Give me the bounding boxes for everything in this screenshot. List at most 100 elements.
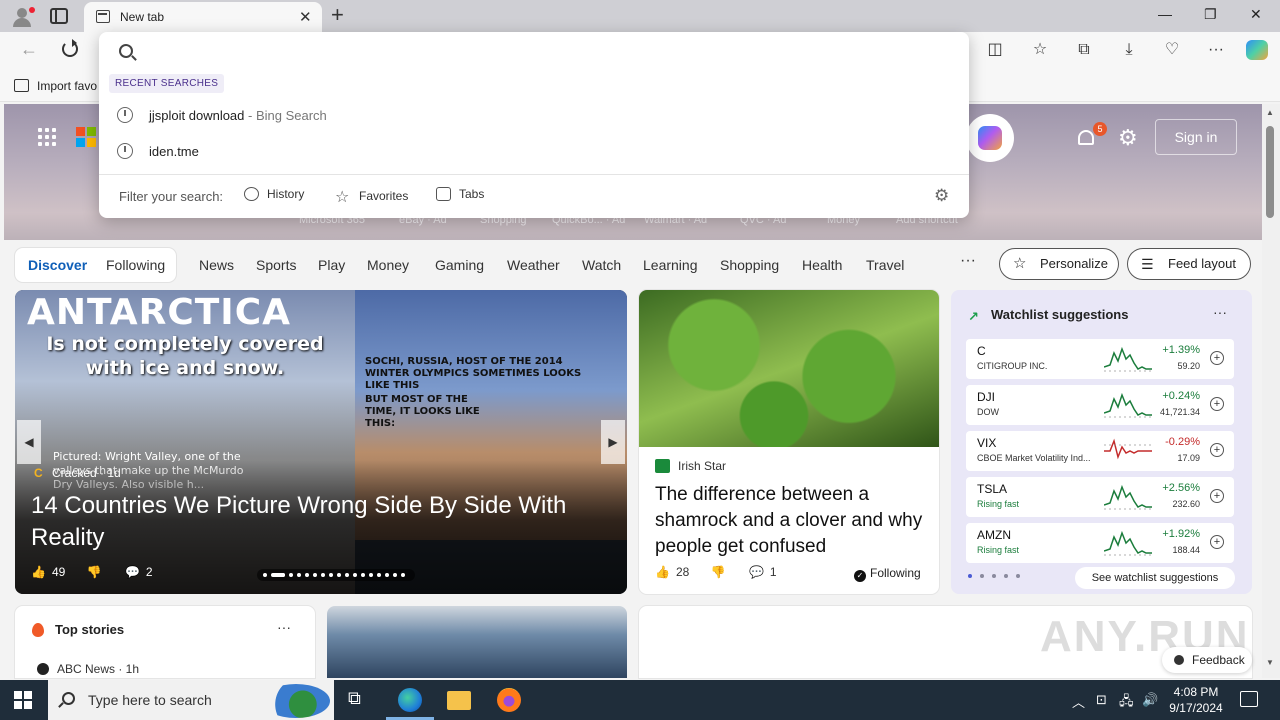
address-bar-dropdown[interactable]: RECENT SEARCHES jjsploit download - Bing… <box>99 32 969 218</box>
carousel-dot[interactable] <box>329 573 333 577</box>
stock-row[interactable]: TSLA Rising fast +2.56% 232.60 + <box>966 477 1234 517</box>
story-headline[interactable]: The difference between a shamrock and a … <box>655 482 925 560</box>
task-view-icon[interactable]: ⧉ <box>348 688 372 712</box>
sign-in-button[interactable]: Sign in <box>1155 119 1237 155</box>
close-tab-icon[interactable]: ✕ <box>299 8 312 26</box>
carousel-dot[interactable] <box>321 573 325 577</box>
nav-link[interactable]: Shopping <box>720 257 779 273</box>
featured-story-card[interactable]: ANTARCTICA Is not completely covered wit… <box>15 290 627 594</box>
tab-actions-icon[interactable] <box>50 8 68 24</box>
carousel-dot[interactable] <box>361 573 365 577</box>
copilot-button[interactable] <box>966 114 1014 162</box>
add-to-watchlist-button[interactable]: + <box>1210 351 1224 365</box>
tab-new-tab[interactable]: New tab ✕ <box>84 2 322 32</box>
tab-following[interactable]: Following <box>106 257 165 273</box>
scroll-up-arrow[interactable]: ▲ <box>1266 108 1274 117</box>
stock-row[interactable]: C CITIGROUP INC. +1.39% 59.20 + <box>966 339 1234 379</box>
downloads-icon[interactable]: ⤓ <box>1119 40 1139 60</box>
search-settings-gear-icon[interactable]: ⚙ <box>934 186 949 206</box>
nav-link[interactable]: Weather <box>507 257 560 273</box>
app-launcher-icon[interactable] <box>38 128 58 148</box>
carousel-dot[interactable] <box>263 573 267 577</box>
add-to-watchlist-button[interactable]: + <box>1210 397 1224 411</box>
scroll-down-arrow[interactable]: ▼ <box>1266 658 1274 667</box>
carousel-next-button[interactable]: ▶ <box>601 420 625 464</box>
suggestion-row[interactable]: jjsploit download - Bing Search <box>99 98 969 132</box>
like-icon[interactable]: 👍 <box>655 565 670 579</box>
settings-gear-icon[interactable]: ⚙ <box>1118 127 1140 149</box>
show-hidden-icons[interactable]: ︿ <box>1072 692 1085 711</box>
feed-layout-button[interactable]: ☰ Feed layout <box>1127 248 1251 280</box>
carousel-dot[interactable] <box>345 573 349 577</box>
dislike-icon[interactable]: 👎 <box>87 565 102 579</box>
restore-button[interactable]: ❐ <box>1204 6 1217 23</box>
page-scrollbar[interactable]: ▲ ▼ <box>1262 104 1280 678</box>
close-window-button[interactable]: ✕ <box>1250 6 1262 23</box>
filter-history-button[interactable]: History <box>244 187 304 201</box>
add-to-watchlist-button[interactable]: + <box>1210 535 1224 549</box>
browser-essentials-icon[interactable]: ♡ <box>1162 40 1182 60</box>
carousel-dot[interactable] <box>377 573 381 577</box>
more-categories-button[interactable]: ··· <box>960 252 976 270</box>
nav-link[interactable]: Watch <box>582 257 621 273</box>
carousel-dot[interactable] <box>369 573 373 577</box>
new-tab-button[interactable]: + <box>331 2 344 28</box>
nav-link[interactable]: News <box>199 257 234 273</box>
filter-tabs-button[interactable]: Tabs <box>436 187 484 201</box>
carousel-dot[interactable] <box>297 573 301 577</box>
stock-row[interactable]: VIX CBOE Market Volatility Ind... -0.29% 17… <box>966 431 1234 471</box>
minimize-button[interactable]: — <box>1158 6 1172 22</box>
more-options-button[interactable]: ··· <box>277 619 291 635</box>
carousel-dot[interactable] <box>305 573 309 577</box>
nav-link[interactable]: Money <box>367 257 409 273</box>
edge-icon[interactable] <box>398 688 422 712</box>
news-card[interactable]: Irish Star The difference between a sham… <box>639 290 939 594</box>
carousel-dot[interactable] <box>385 573 389 577</box>
firefox-icon[interactable] <box>497 688 521 712</box>
carousel-dot[interactable] <box>337 573 341 577</box>
tab-discover[interactable]: Discover <box>28 257 87 273</box>
feedback-button[interactable]: Feedback <box>1162 647 1252 673</box>
nav-link[interactable]: Travel <box>866 257 904 273</box>
see-watchlist-button[interactable]: See watchlist suggestions <box>1075 567 1235 589</box>
more-options-button[interactable]: ··· <box>1213 304 1227 320</box>
taskbar-search-box[interactable]: Type here to search <box>48 680 334 720</box>
following-button[interactable]: ✓ Following <box>854 566 921 582</box>
carousel-dot[interactable] <box>313 573 317 577</box>
nav-link[interactable]: Play <box>318 257 345 273</box>
notification-center-icon[interactable] <box>1240 691 1258 707</box>
like-icon[interactable]: 👍 <box>31 565 46 579</box>
carousel-dot[interactable] <box>281 573 285 577</box>
settings-more-icon[interactable]: ··· <box>1206 40 1226 60</box>
suggestion-row[interactable]: iden.tme <box>99 134 969 168</box>
system-clock[interactable]: 4:08 PM 9/17/2024 <box>1160 684 1232 716</box>
comment-icon[interactable]: 💬 <box>125 565 140 579</box>
personalize-button[interactable]: ☆ Personalize <box>999 248 1119 280</box>
add-to-watchlist-button[interactable]: + <box>1210 443 1224 457</box>
carousel-dot[interactable] <box>289 573 293 577</box>
scroll-thumb[interactable] <box>1266 126 1274 218</box>
start-button[interactable] <box>14 691 32 709</box>
filter-favorites-button[interactable]: ☆ Favorites <box>335 187 408 206</box>
ethernet-icon[interactable]: 🖧 <box>1119 692 1134 714</box>
volume-icon[interactable]: 🔊 <box>1142 692 1158 708</box>
carousel-dot[interactable] <box>353 573 357 577</box>
carousel-dot[interactable] <box>393 573 397 577</box>
collections-icon[interactable]: ⧉ <box>1074 40 1094 60</box>
news-card-image[interactable] <box>327 606 627 678</box>
carousel-prev-button[interactable]: ◀ <box>17 420 41 464</box>
dislike-icon[interactable]: 👎 <box>711 565 726 579</box>
network-icon[interactable]: ⊡ <box>1096 692 1107 708</box>
file-explorer-icon[interactable] <box>447 691 471 710</box>
split-screen-icon[interactable]: ◫ <box>985 40 1005 60</box>
nav-link[interactable]: Learning <box>643 257 698 273</box>
stock-row[interactable]: DJI DOW +0.24% 41,721.34 + <box>966 385 1234 425</box>
comment-icon[interactable]: 💬 <box>749 565 764 579</box>
import-favorites-link[interactable]: Import favo <box>37 79 97 93</box>
favorites-icon[interactable]: ☆ <box>1030 40 1050 60</box>
nav-link[interactable]: Gaming <box>435 257 484 273</box>
copilot-icon[interactable] <box>1246 40 1268 60</box>
profile-icon[interactable] <box>8 5 36 27</box>
back-button[interactable]: ← <box>20 39 38 60</box>
notifications-button[interactable]: 5 <box>1076 122 1107 150</box>
